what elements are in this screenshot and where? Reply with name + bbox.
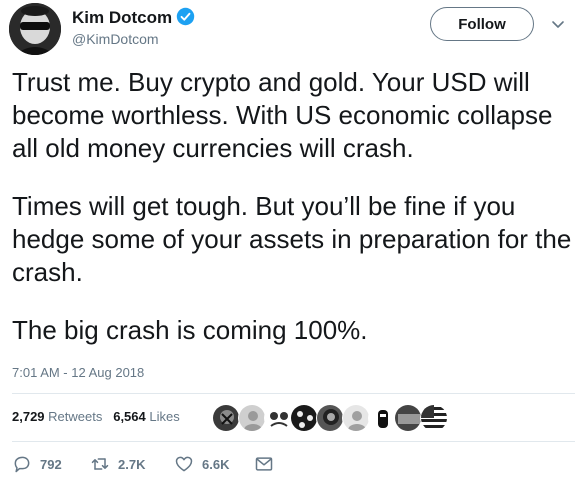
- retweet-icon: [91, 458, 109, 470]
- chevron-down-icon[interactable]: [550, 16, 566, 32]
- liker-avatar[interactable]: [420, 404, 448, 432]
- likes-label: Likes: [149, 409, 180, 424]
- direct-message-button[interactable]: [254, 452, 274, 476]
- liker-avatar[interactable]: [316, 404, 344, 432]
- author-handle[interactable]: @KimDotcom: [72, 31, 159, 47]
- like-button[interactable]: 6.6K: [174, 452, 229, 476]
- author-name[interactable]: Kim Dotcom: [72, 8, 172, 28]
- likes-count: 6,564: [113, 409, 146, 424]
- liker-avatar[interactable]: [342, 404, 370, 432]
- retweet-button[interactable]: 2.7K: [90, 452, 145, 476]
- tweet-stats: 2,729 Retweets 6,564 Likes: [12, 409, 180, 424]
- like-count: 6.6K: [202, 456, 230, 472]
- retweets-label: Retweets: [48, 409, 103, 424]
- author-avatar[interactable]: [9, 3, 61, 55]
- tweet-actions: 792 2.7K 6.6K: [12, 452, 312, 476]
- liker-avatar[interactable]: [368, 404, 396, 432]
- like-icon: [175, 456, 193, 472]
- tweet-paragraph-3: The big crash is coming 100%.: [12, 315, 368, 345]
- liker-avatar[interactable]: [394, 404, 422, 432]
- reply-button[interactable]: 792: [12, 452, 62, 476]
- reply-icon: [14, 456, 30, 473]
- liker-avatar[interactable]: [290, 404, 318, 432]
- retweets-stat[interactable]: 2,729 Retweets: [12, 409, 102, 424]
- likes-stat[interactable]: 6,564 Likes: [113, 409, 180, 424]
- liker-avatar[interactable]: [212, 404, 240, 432]
- follow-button[interactable]: Follow: [430, 7, 534, 41]
- tweet-paragraph-1: Trust me. Buy crypto and gold. Your USD …: [12, 67, 553, 163]
- liker-avatar[interactable]: [264, 404, 292, 432]
- liker-avatar[interactable]: [238, 404, 266, 432]
- divider: [12, 393, 575, 394]
- tweet-timestamp[interactable]: 7:01 AM - 12 Aug 2018: [12, 365, 144, 380]
- verified-icon: [176, 7, 195, 26]
- retweets-count: 2,729: [12, 409, 45, 424]
- direct-message-icon: [255, 457, 273, 471]
- divider: [12, 441, 575, 442]
- tweet-paragraph-2: Times will get tough. But you’ll be fine…: [12, 191, 572, 287]
- tweet-card: Kim Dotcom @KimDotcom Follow Trust me. B…: [0, 0, 587, 486]
- tweet-text: Trust me. Buy crypto and gold. Your USD …: [12, 66, 578, 372]
- liker-avatars: [212, 404, 472, 434]
- retweet-count: 2.7K: [118, 456, 146, 472]
- reply-count: 792: [40, 456, 62, 472]
